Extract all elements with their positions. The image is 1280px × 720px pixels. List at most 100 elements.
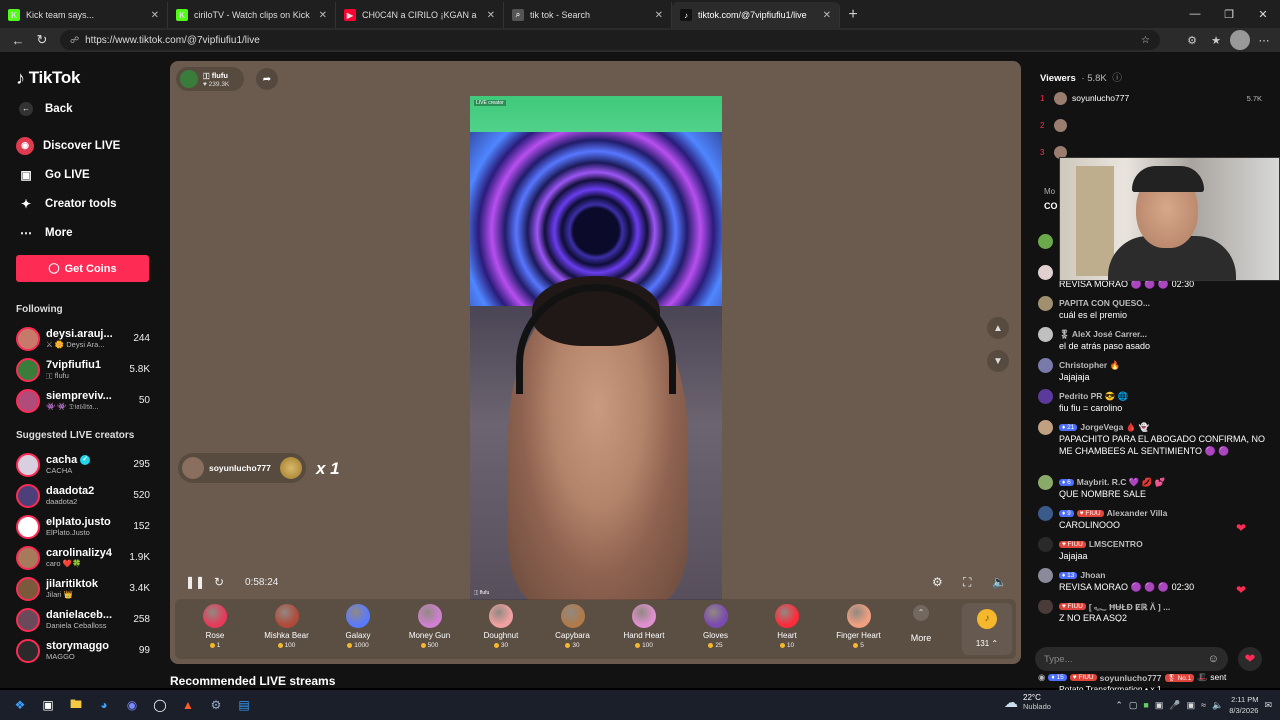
chevron-up-icon[interactable]: ▲ <box>987 317 1009 339</box>
favorites-icon[interactable]: ★ <box>1206 30 1226 50</box>
address-bar[interactable]: ☍ https://www.tiktok.com/@7vipfiufiu1/li… <box>60 30 1160 50</box>
get-coins-button[interactable]: ◯ Get Coins <box>16 255 149 282</box>
refresh-icon[interactable]: ↻ <box>214 573 224 591</box>
close-icon[interactable]: ✕ <box>1246 0 1280 28</box>
tab-close-icon[interactable]: ✕ <box>487 10 495 21</box>
account-item[interactable]: elplato.justo ElPlato.Justo 152 <box>16 511 150 542</box>
heart-icon[interactable]: ❤ <box>1238 647 1262 671</box>
chat-username[interactable]: Maybrit. R.C 💜 💋 💕 <box>1077 477 1165 488</box>
gift-item[interactable]: Doughnut 30 <box>467 604 535 656</box>
chat-message[interactable]: ♥ FIUU[ 𓆑 ĦɄŁĐ Ɇℝ Ʌ̆ ] ... Z NO ERA ASQ2 <box>1038 600 1266 622</box>
account-item[interactable]: deysi.arauj... ⚔ 🌼 Deysi Ara... 244 <box>16 323 150 354</box>
maximize-icon[interactable]: ❐ <box>1212 0 1246 28</box>
display-icon[interactable]: ▣ <box>1187 700 1196 711</box>
notepad-icon[interactable]: ▤ <box>230 691 258 719</box>
chat-message[interactable]: 🎖 AleX José Carrer... el de atrás paso as… <box>1038 326 1266 352</box>
account-item[interactable]: jilaritiktok Jilari 👑 3.4K <box>16 573 150 604</box>
extension-icon[interactable]: ⚙ <box>1182 30 1202 50</box>
weather-widget[interactable]: ☁ 22°C Nublado <box>1004 693 1051 711</box>
browser-tab[interactable]: ♪ tiktok.com/@7vipfiufiu1/live ✕ <box>672 2 840 28</box>
stream-video[interactable]: LIVE creator 🇮 flufu <box>470 96 722 600</box>
chat-message[interactable]: PAPITA CON QUESO... cuál es el premio <box>1038 295 1266 321</box>
gift-item[interactable]: Hand Heart 100 <box>610 604 678 656</box>
chat-message[interactable]: ♦ 13 Jhoan REVISA MORAO 🟣 🟣 🟣 02:30 ❤ <box>1038 567 1266 597</box>
account-item[interactable]: storymaggo MAGGO 99 <box>16 635 150 666</box>
gift-item[interactable]: Money Gun 500 <box>396 604 464 656</box>
steam-icon[interactable]: ⚙ <box>202 691 230 719</box>
host-chip[interactable]: 🇮 flufu ♥ 239.3K <box>176 67 244 91</box>
chat-username[interactable]: Christopher 🔥 <box>1059 360 1120 371</box>
browser-tab[interactable]: K Kick team says... ✕ <box>0 2 168 28</box>
back-arrow-icon[interactable]: ← <box>6 28 30 52</box>
top-viewer-row[interactable]: 2 <box>1040 117 1262 133</box>
gift-item[interactable]: Gloves 25 <box>682 604 750 656</box>
sidebar-item-more[interactable]: ⋯ More <box>16 218 150 247</box>
chat-username[interactable]: PAPITA CON QUESO... <box>1059 298 1150 308</box>
chat-message[interactable]: Christopher 🔥 Jajajaja <box>1038 357 1266 383</box>
profile-icon[interactable] <box>1230 30 1250 50</box>
browser-tab[interactable]: ⌕ tik tok - Search ✕ <box>504 2 672 28</box>
top-viewer-row[interactable]: 1 soyunlucho777 5.7K <box>1040 90 1262 106</box>
chat-message[interactable]: ♦ 6 Maybrit. R.C 💜 💋 💕 QUE NOMBRE SALE <box>1038 474 1266 500</box>
emoji-icon[interactable]: ☺ <box>1208 653 1219 665</box>
share-icon[interactable]: ➦ <box>256 68 278 90</box>
account-item[interactable]: carolinalizy4 caro ❤️🍀 1.9K <box>16 542 150 573</box>
windows-start-icon[interactable]: ❖ <box>6 691 34 719</box>
fullscreen-icon[interactable]: ⛶ <box>963 573 971 591</box>
obs-icon[interactable]: ◯ <box>146 691 174 719</box>
tray-app-icon-2[interactable]: ▣ <box>1155 700 1164 711</box>
clock[interactable]: 2:11 PM 8/3/2026 <box>1229 694 1258 716</box>
gift-item[interactable]: Mishka Bear 100 <box>253 604 321 656</box>
file-explorer-icon[interactable]: 🖿 <box>62 691 90 719</box>
sidebar-item-discover-live[interactable]: ◉ Discover LIVE <box>16 131 150 160</box>
account-item[interactable]: daadota2 daadota2 520 <box>16 480 150 511</box>
gift-item[interactable]: Heart 10 <box>753 604 821 656</box>
reload-icon[interactable]: ↻ <box>30 28 54 52</box>
gift-item[interactable]: Rose 1 <box>181 604 249 656</box>
chat-username[interactable]: Alexander Villa <box>1107 508 1168 518</box>
task-view-icon[interactable]: ▣ <box>34 691 62 719</box>
account-item[interactable]: cacha ✓ CACHA 295 <box>16 449 150 480</box>
microphone-icon[interactable]: 🎤 <box>1169 700 1180 711</box>
pause-icon[interactable]: ❚❚ <box>185 573 205 591</box>
more-gifts-button[interactable]: ⌃ More <box>901 605 941 643</box>
account-item[interactable]: 7vipfiufiu1 🇮 flufu 5.8K <box>16 354 150 385</box>
tab-close-icon[interactable]: ✕ <box>823 10 831 21</box>
viewers-header[interactable]: Viewers · 5.8K ⓘ <box>1040 70 1122 84</box>
chat-message[interactable]: ♥ FIUU LMSCENTRO Jajajaa <box>1038 536 1266 562</box>
nvidia-icon[interactable]: ■ <box>1143 700 1148 710</box>
chat-username[interactable]: Jhoan <box>1080 570 1105 580</box>
account-item[interactable]: danielaceb... Daniela Ceballoss 258 <box>16 604 150 635</box>
gift-item[interactable]: Capybara 30 <box>539 604 607 656</box>
volume-icon[interactable]: 🔈 <box>992 573 1007 591</box>
chat-input[interactable]: Type... ☺ <box>1035 647 1228 671</box>
chevron-up-icon[interactable]: ⌃ <box>1115 700 1123 711</box>
tab-close-icon[interactable]: ✕ <box>319 10 327 21</box>
chat-message[interactable]: ♦ 9 ♥ FIUU Alexander Villa CAROLINOOO ❤ <box>1038 505 1266 535</box>
chat-username[interactable]: LMSCENTRO <box>1089 539 1143 549</box>
back-link[interactable]: ← Back <box>16 94 150 123</box>
notification-icon[interactable]: ✉ <box>1264 700 1272 711</box>
chat-username[interactable]: 🎖 AleX José Carrer... <box>1059 329 1147 340</box>
tab-close-icon[interactable]: ✕ <box>151 10 159 21</box>
chat-message[interactable]: Pedrito PR 😎 🌐 fiu fiu = carolino <box>1038 388 1266 414</box>
chat-message[interactable]: ♦ 21 JorgeVega 🩸 👻 PAPACHITO PARA EL ABOGA… <box>1038 419 1266 457</box>
chevron-down-icon[interactable]: ▼ <box>987 350 1009 372</box>
sidebar-item-go-live[interactable]: ▣ Go LIVE <box>16 160 150 189</box>
chat-username[interactable]: Pedrito PR 😎 🌐 <box>1059 391 1128 402</box>
browser-tab[interactable]: KciriloTV - Watch clips on Kick ✕ <box>168 2 336 28</box>
edge-icon[interactable]: ◕ <box>90 691 118 719</box>
info-icon[interactable]: ⓘ <box>1112 73 1122 84</box>
tab-close-icon[interactable]: ✕ <box>655 10 663 21</box>
menu-icon[interactable]: ⋯ <box>1254 30 1274 50</box>
browser-tab[interactable]: ▶ CH0C4N a CIRILO ¡KGAN a ✕ <box>336 2 504 28</box>
wifi-icon[interactable]: ≈ <box>1201 700 1206 710</box>
chat-username[interactable]: JorgeVega 🩸 👻 <box>1080 422 1149 433</box>
new-tab-button[interactable]: + <box>840 2 866 28</box>
settings-icon[interactable]: ⚙ <box>932 573 943 591</box>
speaker-icon[interactable]: 🔈 <box>1212 700 1223 711</box>
tray-app-icon[interactable]: ▢ <box>1129 700 1138 711</box>
star-icon[interactable]: ☆ <box>1141 35 1150 46</box>
gift-item[interactable]: Finger Heart 5 <box>825 604 893 656</box>
minimize-icon[interactable]: — <box>1178 0 1212 28</box>
